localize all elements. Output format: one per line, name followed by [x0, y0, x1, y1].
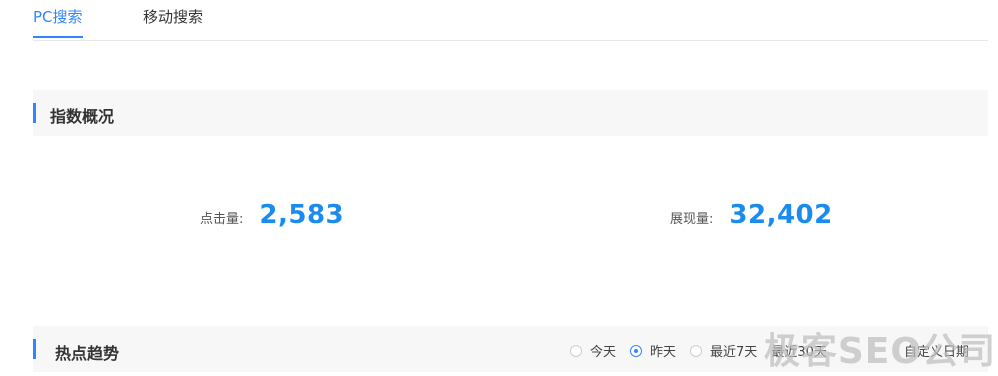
trend-title: 热点趋势	[55, 344, 120, 363]
range-option-label: 今天	[590, 345, 617, 360]
impressions-metric: 展现量: 32,402	[670, 200, 833, 230]
range-option-label: 昨天	[650, 345, 677, 360]
clicks-label: 点击量:	[200, 212, 244, 227]
custom-date-link[interactable]: 自定义日期	[904, 341, 969, 360]
clicks-metric: 点击量: 2,583	[200, 200, 344, 230]
section-accent-bar	[33, 103, 36, 123]
tab-mobile-search[interactable]: 移动搜索	[143, 6, 203, 27]
range-option-label: 最近7天	[710, 345, 758, 360]
impressions-label: 展现量:	[670, 212, 714, 227]
impressions-value: 32,402	[729, 200, 833, 230]
range-option-last-30-days[interactable]: 最近30天	[771, 341, 827, 360]
overview-section-header: 指数概况	[33, 90, 988, 136]
range-option-label: 最近30天	[771, 345, 827, 360]
tab-pc-search[interactable]: PC搜索	[33, 6, 83, 38]
overview-title: 指数概况	[50, 107, 115, 126]
radio-checked-icon	[630, 344, 643, 357]
radio-icon	[570, 344, 582, 357]
date-range-selector: 今天 昨天 最近7天 最近30天	[570, 341, 841, 360]
range-option-today[interactable]: 今天	[570, 341, 616, 360]
range-option-yesterday[interactable]: 昨天	[630, 341, 676, 360]
search-type-tabs: PC搜索 移动搜索	[33, 0, 988, 41]
section-accent-bar	[33, 339, 36, 359]
radio-icon	[690, 344, 703, 357]
trend-section-header: 热点趋势	[33, 326, 988, 372]
range-option-last-7-days[interactable]: 最近7天	[690, 341, 757, 360]
clicks-value: 2,583	[259, 200, 345, 230]
